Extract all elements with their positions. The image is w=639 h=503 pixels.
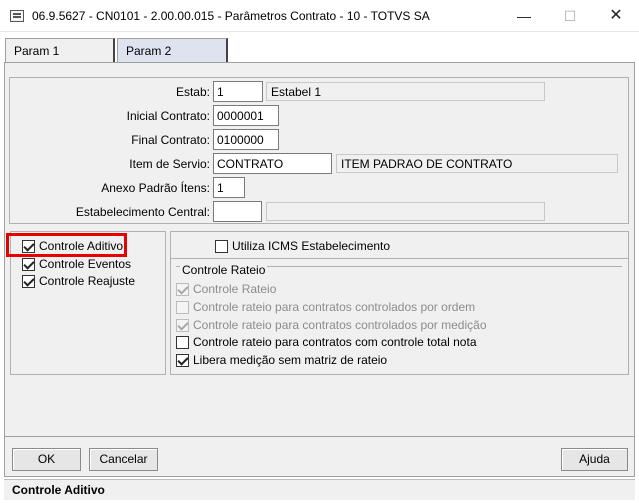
item-servio-label: Item de Servio: <box>129 157 210 171</box>
utiliza-icms-checkbox[interactable]: Utiliza ICMS Estabelecimento <box>215 239 390 253</box>
rateio-controle-checkbox: Controle Rateio <box>176 282 276 296</box>
estab-central-label: Estabelecimento Central: <box>75 205 210 219</box>
close-button[interactable]: ✕ <box>593 0 639 32</box>
libera-medicao-label: Libera medição sem matriz de rateio <box>193 353 388 367</box>
rateio-medicao-checkbox: Controle rateio para contratos controlad… <box>176 318 487 332</box>
app-window-icon <box>10 10 24 22</box>
title-bar: 06.9.5627 - CN0101 - 2.00.00.015 - Parâm… <box>0 0 639 32</box>
estab-description: Estabel 1 <box>266 82 545 101</box>
checkbox-empty-icon <box>215 239 228 253</box>
estab-input[interactable]: 1 <box>213 81 263 102</box>
utiliza-icms-label: Utiliza ICMS Estabelecimento <box>232 239 391 253</box>
highlight-annotation <box>6 233 127 257</box>
anexo-padrao-label: Anexo Padrão Ítens: <box>101 181 210 195</box>
minimize-button[interactable]: — <box>501 0 547 32</box>
final-contrato-input[interactable]: 0100000 <box>213 129 279 150</box>
checkbox-empty-icon <box>176 300 189 314</box>
controle-rateio-legend: Controle Rateio <box>180 263 268 277</box>
cancel-button[interactable]: Cancelar <box>89 448 158 471</box>
estab-central-input[interactable] <box>213 201 262 222</box>
ok-button[interactable]: OK <box>12 448 81 471</box>
controle-reajuste-checkbox[interactable]: Controle Reajuste <box>22 274 135 288</box>
anexo-padrao-input[interactable]: 1 <box>213 177 245 198</box>
final-contrato-label: Final Contrato: <box>131 133 210 147</box>
tab-param-1[interactable]: Param 1 <box>5 38 115 64</box>
inicial-contrato-label: Inicial Contrato: <box>126 109 210 123</box>
inicial-contrato-input[interactable]: 0000001 <box>213 105 279 126</box>
estab-label: Estab: <box>175 85 210 99</box>
rateio-controle-label: Controle Rateio <box>193 282 277 296</box>
rateio-ordem-checkbox: Controle rateio para contratos controlad… <box>176 300 475 314</box>
checkbox-check-icon <box>22 257 35 271</box>
item-servio-input[interactable]: CONTRATO <box>213 153 332 174</box>
estab-central-description <box>266 202 545 221</box>
maximize-button[interactable]: ☐ <box>547 0 593 32</box>
checkbox-empty-icon <box>176 335 189 349</box>
tab-strip: Param 1 Param 2 <box>4 38 634 64</box>
rateio-medicao-label: Controle rateio para contratos controlad… <box>193 318 487 332</box>
checkbox-check-icon <box>176 318 189 332</box>
tab-param-2[interactable]: Param 2 <box>117 38 228 62</box>
checkbox-check-icon <box>22 274 35 288</box>
checkbox-check-icon <box>176 353 189 367</box>
rateio-total-nota-label: Controle rateio para contratos com contr… <box>193 335 477 349</box>
controle-reajuste-label: Controle Reajuste <box>39 274 136 288</box>
checkbox-check-icon <box>176 282 189 296</box>
rateio-ordem-label: Controle rateio para contratos controlad… <box>193 300 476 314</box>
libera-medicao-checkbox[interactable]: Libera medição sem matriz de rateio <box>176 353 387 367</box>
item-servio-description: ITEM PADRAO DE CONTRATO <box>336 154 618 173</box>
status-bar: Controle Aditivo <box>4 479 635 500</box>
rateio-total-nota-checkbox[interactable]: Controle rateio para contratos com contr… <box>176 335 477 349</box>
help-button[interactable]: Ajuda <box>561 448 628 471</box>
controle-eventos-checkbox[interactable]: Controle Eventos <box>22 257 131 271</box>
controle-eventos-label: Controle Eventos <box>39 257 132 271</box>
window-title: 06.9.5627 - CN0101 - 2.00.00.015 - Parâm… <box>32 9 430 23</box>
